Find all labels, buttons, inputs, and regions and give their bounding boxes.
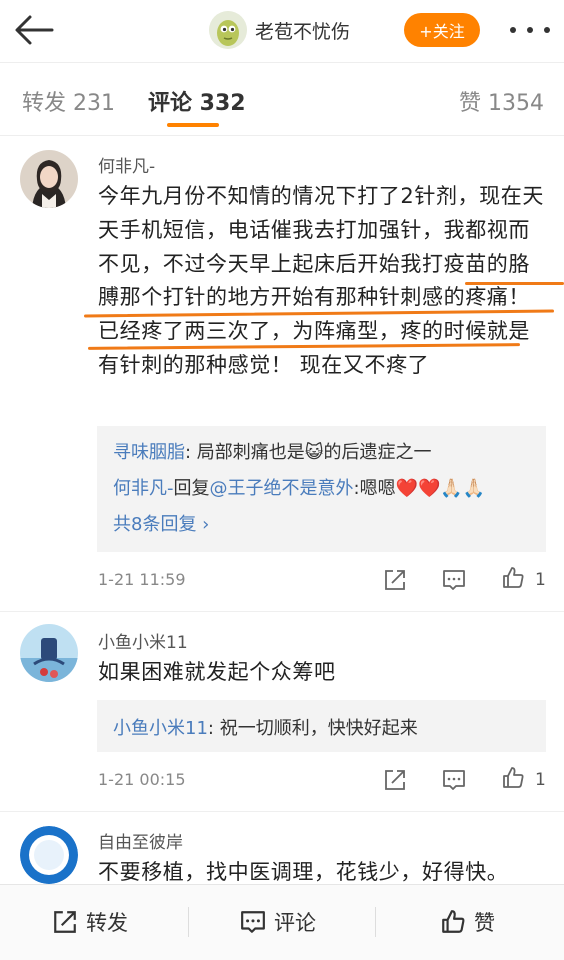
like-icon	[442, 910, 465, 933]
comment-item: 何非凡- 今年九月份不知情的情况下打了2针剂，现在天天手机短信，电话催我去打加强…	[0, 136, 564, 612]
comment-item: 小鱼小米11 如果困难就发起个众筹吧 小鱼小米11: 祝一切顺利，快快好起来 1…	[0, 612, 564, 812]
tab-repost[interactable]: 转发 231	[22, 85, 115, 117]
tab-likes[interactable]: 赞 1354	[459, 85, 544, 117]
bottom-action-bar: 转发 评论 赞	[0, 884, 564, 960]
like-icon[interactable]	[501, 566, 525, 590]
top-nav-bar: 老苞不忧伤 +关注	[0, 0, 564, 62]
more-replies-link[interactable]: 共8条回复 ›	[113, 510, 209, 536]
reply-item: 何非凡-回复@王子绝不是意外:嗯嗯❤️❤️🙏🏻🙏🏻	[113, 474, 485, 500]
comment-item: 自由至彼岸 不要移植，找中医调理，花钱少，好得快。	[0, 812, 564, 884]
reply-item: 小鱼小米11: 祝一切顺利，快快好起来	[113, 714, 418, 740]
divider	[188, 907, 189, 937]
user-avatar[interactable]	[20, 826, 78, 884]
comment-text: 不要移植，找中医调理，花钱少，好得快。	[98, 860, 509, 884]
reply-text: :嗯嗯❤️❤️🙏🏻🙏🏻	[353, 478, 486, 499]
like-count: 1	[535, 770, 546, 790]
comment-username[interactable]: 小鱼小米11	[98, 628, 188, 653]
share-icon[interactable]	[383, 568, 407, 592]
like-button[interactable]: 赞	[440, 905, 495, 939]
comment-icon	[241, 911, 265, 933]
user-avatar[interactable]	[20, 150, 78, 208]
repost-icon	[54, 911, 76, 933]
comment-label: 评论	[274, 911, 316, 935]
reply-mid: 回复	[173, 478, 210, 499]
like-icon[interactable]	[501, 766, 525, 790]
reply-item: 寻味胭脂: 局部刺痛也是😺的后遗症之一	[113, 438, 432, 464]
comment-username[interactable]: 何非凡-	[98, 152, 155, 177]
reply-preview-box[interactable]: 小鱼小米11: 祝一切顺利，快快好起来	[97, 700, 546, 752]
active-tab-indicator	[167, 123, 219, 127]
follow-button[interactable]: +关注	[404, 13, 480, 47]
comment-time: 1-21 11:59	[98, 570, 186, 589]
reply-mention[interactable]: @王子绝不是意外	[210, 478, 354, 499]
tab-bar: 转发 231 评论 332 赞 1354	[0, 63, 564, 135]
divider	[375, 907, 376, 937]
more-options-icon[interactable]	[510, 16, 550, 44]
reply-preview-box[interactable]: 寻味胭脂: 局部刺痛也是😺的后遗症之一 何非凡-回复@王子绝不是意外:嗯嗯❤️❤…	[97, 426, 546, 552]
tab-comments[interactable]: 评论 332	[148, 85, 246, 117]
reply-username[interactable]: 小鱼小米11	[113, 718, 208, 739]
reply-text: : 局部刺痛也是😺的后遗症之一	[185, 442, 432, 463]
comment-button[interactable]: 评论	[240, 905, 316, 939]
comment-time: 1-21 00:15	[98, 770, 186, 789]
share-icon[interactable]	[383, 768, 407, 792]
like-count: 1	[535, 570, 546, 590]
comment-icon[interactable]	[442, 768, 466, 792]
reply-text: : 祝一切顺利，快快好起来	[207, 718, 418, 739]
repost-button[interactable]: 转发	[52, 905, 128, 939]
like-label: 赞	[474, 911, 495, 935]
comment-icon[interactable]	[442, 568, 466, 592]
account-name[interactable]: 老苞不忧伤	[255, 17, 350, 44]
repost-label: 转发	[86, 911, 128, 935]
account-avatar[interactable]	[209, 11, 247, 49]
reply-username[interactable]: 寻味胭脂	[113, 442, 185, 463]
user-avatar[interactable]	[20, 624, 78, 682]
comment-username[interactable]: 自由至彼岸	[98, 828, 183, 853]
comment-text: 如果困难就发起个众筹吧	[98, 660, 336, 684]
account-header[interactable]: 老苞不忧伤	[209, 11, 350, 49]
back-arrow-icon[interactable]	[14, 12, 54, 48]
reply-username[interactable]: 何非凡-	[113, 478, 174, 499]
annotation-underline	[465, 282, 564, 285]
